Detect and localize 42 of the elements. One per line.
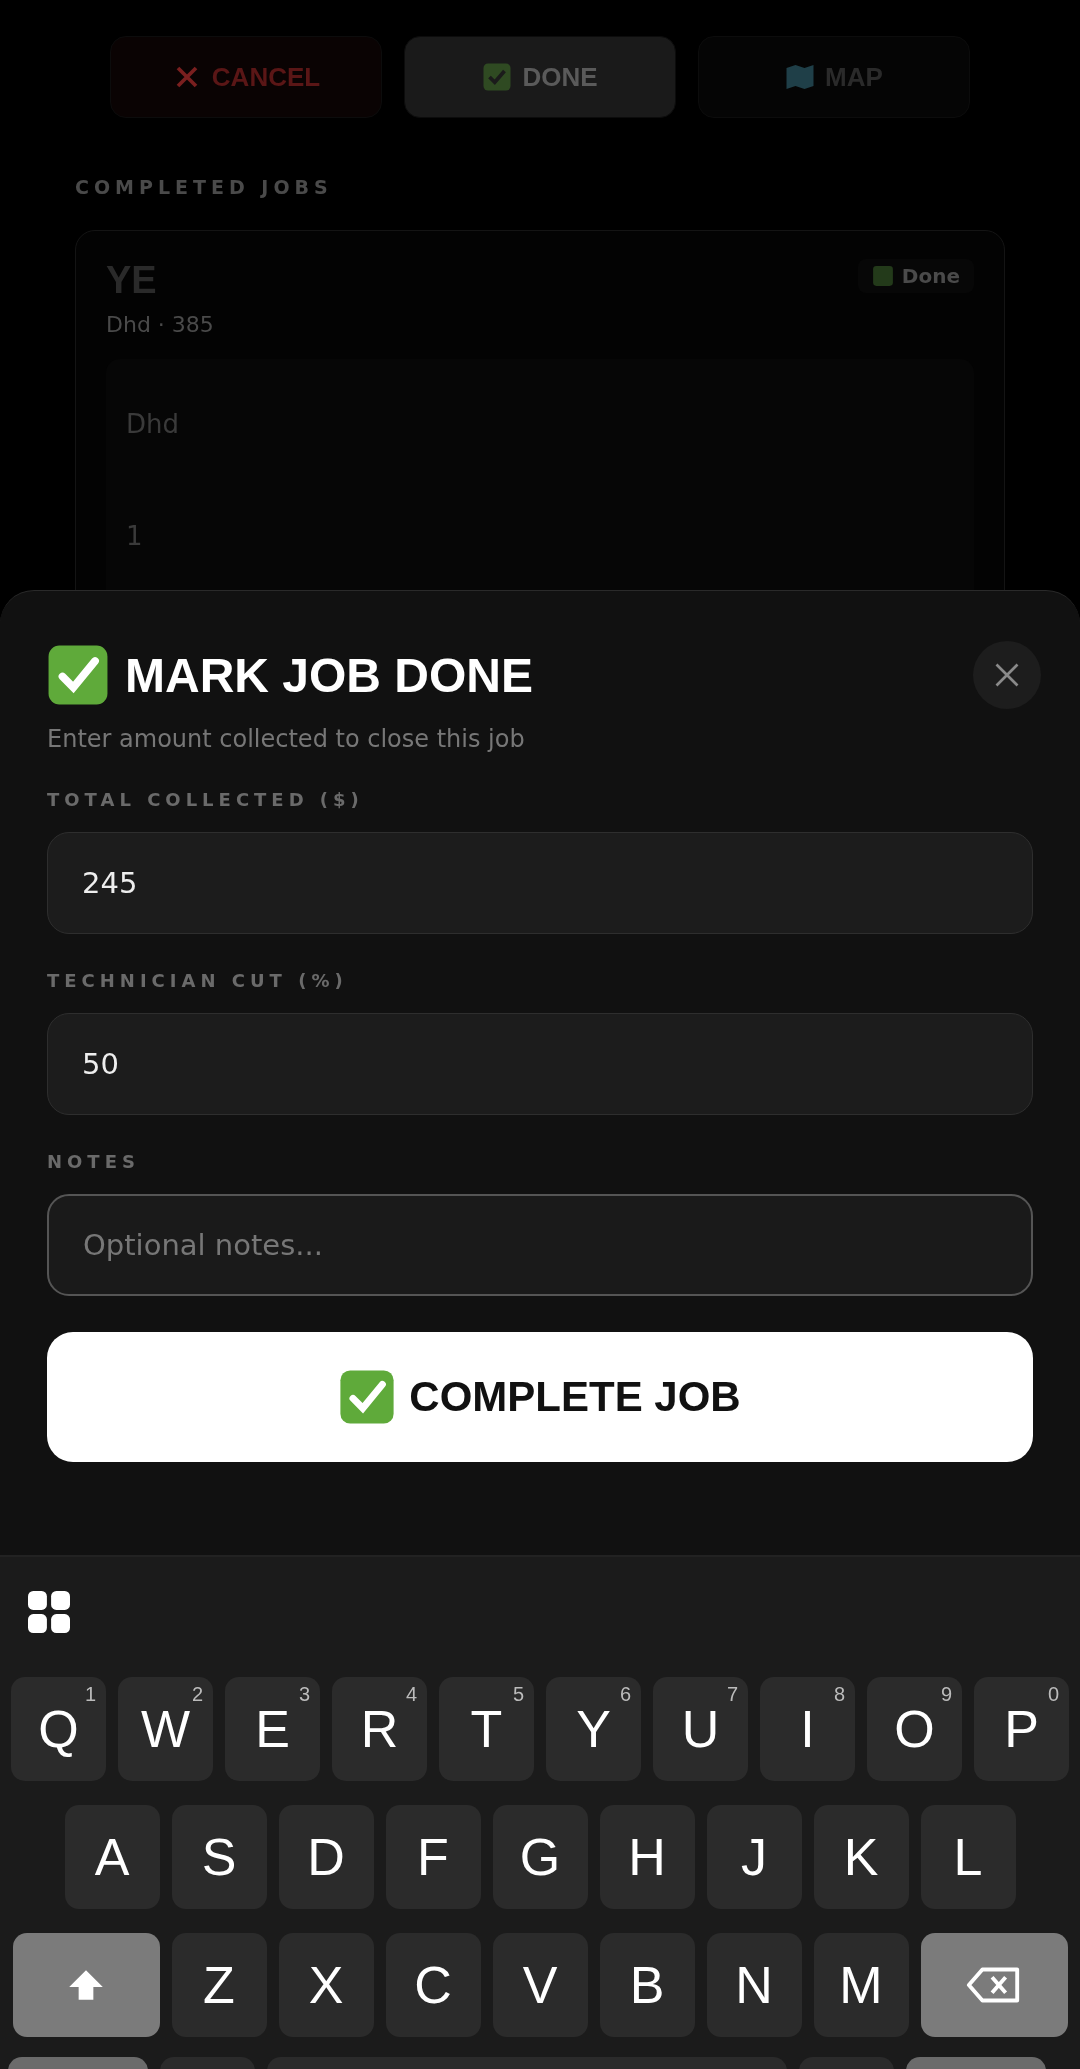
field-label: TECHNICIAN CUT (%) [47,970,349,991]
keyboard-key[interactable]: Y 6 [546,1677,641,1781]
input-field[interactable]: 245 [47,832,1033,934]
keyboard-key[interactable]: S [171,1805,267,1909]
keyboard-key[interactable]: G [492,1805,588,1909]
keyboard-key[interactable]: I 8 [760,1677,855,1781]
keyboard-key[interactable]: U 7 [653,1677,748,1781]
keyboard-key[interactable]: Q 1 [11,1677,106,1781]
apps-icon[interactable] [28,1591,70,1633]
keyboard-key[interactable]: Z [171,1933,267,2037]
backspace-key[interactable] [920,1933,1068,2037]
keyboard-key[interactable]: E 3 [225,1677,320,1781]
keyboard-key[interactable]: N [706,1933,802,2037]
field-label: NOTES [47,1151,141,1172]
keyboard-key[interactable]: C [385,1933,481,2037]
keyboard-key[interactable]: H [599,1805,695,1909]
status-label: Done [901,264,960,288]
job-subtitle: Dhd · 385 [106,312,214,337]
input-field[interactable]: 50 [47,1013,1033,1115]
keyboard-key[interactable]: B [599,1933,695,2037]
keyboard-key[interactable]: P 0 [974,1677,1069,1781]
map-icon [785,62,816,92]
complete-button[interactable]: COMPLETE JOB [47,1332,1033,1462]
sheet-title: MARK JOB DONE [125,647,534,703]
keyboard-key[interactable]: J [706,1805,802,1909]
field-label: TOTAL COLLECTED ($) [47,789,365,810]
keyboard-key[interactable]: A [64,1805,160,1909]
input-field[interactable]: Optional notes... [47,1194,1033,1296]
keyboard-key[interactable]: X [278,1933,374,2037]
keyboard-key[interactable]: D [278,1805,374,1909]
keyboard-key[interactable]: L [920,1805,1016,1909]
shift-key[interactable] [12,1933,160,2037]
keyboard-key[interactable]: F [385,1805,481,1909]
keyboard-key[interactable]: V [492,1933,588,2037]
keyboard-key[interactable]: M [813,1933,909,2037]
keyboard-key[interactable]: O 9 [867,1677,962,1781]
keyboard-key[interactable]: R 4 [332,1677,427,1781]
sheet-subtitle: Enter amount collected to close this job [47,725,526,753]
keyboard-key[interactable]: K [813,1805,909,1909]
section-title: COMPLETED JOBS [75,176,334,198]
keyboard-key[interactable]: W 2 [118,1677,213,1781]
keyboard-key[interactable]: T 5 [439,1677,534,1781]
